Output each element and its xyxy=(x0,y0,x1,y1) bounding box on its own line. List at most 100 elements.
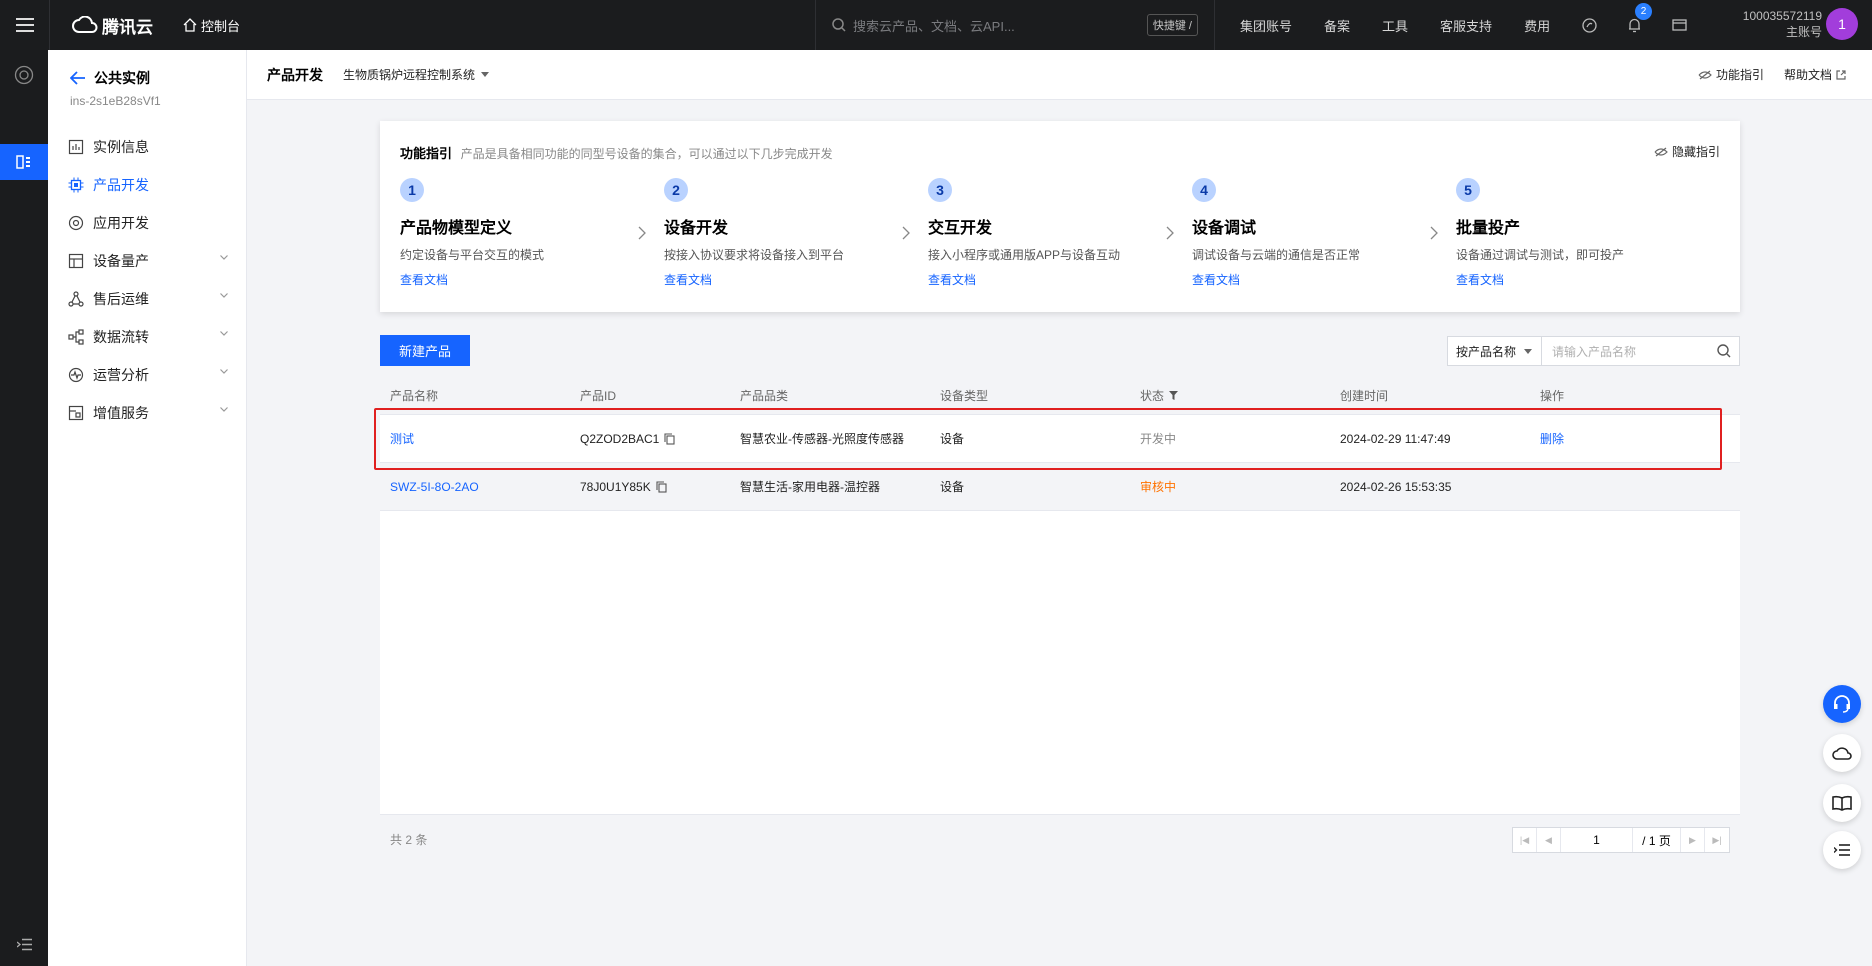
step-doc-link[interactable]: 查看文档 xyxy=(928,271,1192,288)
arrow-left-icon xyxy=(70,71,85,85)
back-to-instances[interactable]: 公共实例 xyxy=(70,68,246,88)
search-icon[interactable] xyxy=(1709,344,1739,358)
step-number: 4 xyxy=(1192,178,1216,202)
filter-field-select[interactable]: 按产品名称 xyxy=(1448,337,1542,365)
project-name: 生物质锅炉远程控制系统 xyxy=(343,68,476,82)
sidebar-item-product-dev[interactable]: 产品开发 xyxy=(48,166,246,204)
group-account-link[interactable]: 集团账号 xyxy=(1240,16,1292,35)
step-description: 设备通过调试与测试，即可投产 xyxy=(1456,248,1625,262)
hide-guide-button[interactable]: 隐藏指引 xyxy=(1654,143,1720,160)
product-category: 智慧生活-家用电器-温控器 xyxy=(740,480,880,494)
avatar[interactable]: 1 xyxy=(1826,8,1858,40)
product-search: 按产品名称 请输入产品名称 xyxy=(1447,336,1740,366)
tools-link[interactable]: 工具 xyxy=(1382,16,1408,35)
step-description: 按接入协议要求将设备接入到平台 xyxy=(664,248,845,262)
col-status[interactable]: 状态 xyxy=(1140,387,1340,404)
search-icon xyxy=(832,18,846,32)
rail-explorer-icon[interactable] xyxy=(0,144,48,180)
support-link[interactable]: 客服支持 xyxy=(1440,16,1492,35)
collapse-menu-icon[interactable] xyxy=(0,926,48,962)
prev-page-button[interactable]: ◀ xyxy=(1537,828,1561,852)
mini-program-icon[interactable] xyxy=(1582,17,1597,33)
step-description: 约定设备与平台交互的模式 xyxy=(400,248,545,262)
sidebar-item-label: 应用开发 xyxy=(93,215,149,231)
cloud-logo-icon xyxy=(72,16,98,33)
headset-icon xyxy=(1834,695,1850,713)
eye-off-icon xyxy=(1698,70,1712,79)
last-page-button[interactable]: ▶| xyxy=(1705,828,1729,852)
topbar-right: 集团账号 备案 工具 客服支持 费用 2 xyxy=(1240,0,1717,50)
cloud-icon xyxy=(1832,747,1852,760)
brand-logo[interactable]: 腾讯云 xyxy=(72,13,153,38)
list-icon xyxy=(1834,844,1850,856)
rail-product-icon[interactable] xyxy=(0,56,48,94)
sidebar: 公共实例 ins-2s1eB28sVf1 实例信息 产品开发 应用开发 设备量产… xyxy=(48,50,247,966)
step-number: 1 xyxy=(400,178,424,202)
step-description: 接入小程序或通用版APP与设备互动 xyxy=(928,248,1121,262)
account-info[interactable]: 100035572119 主账号 xyxy=(1743,8,1822,40)
cloud-assistant-button[interactable] xyxy=(1823,734,1861,772)
project-selector[interactable]: 生物质锅炉远程控制系统 xyxy=(343,66,490,83)
step-title: 产品物模型定义 xyxy=(400,220,513,237)
col-created: 创建时间 xyxy=(1340,389,1389,403)
sidebar-item-data-flow[interactable]: 数据流转 xyxy=(48,318,246,356)
filing-link[interactable]: 备案 xyxy=(1324,16,1350,35)
eye-off-icon xyxy=(1654,147,1668,156)
step-doc-link[interactable]: 查看文档 xyxy=(400,271,664,288)
chevron-down-icon xyxy=(220,255,228,260)
customer-service-button[interactable] xyxy=(1823,685,1861,723)
top-navbar: 腾讯云 控制台 搜索云产品、文档、云API... 快捷键 / 集团账号 备案 工… xyxy=(0,0,1872,50)
menu-list-button[interactable] xyxy=(1823,831,1861,869)
docs-button[interactable] xyxy=(1823,784,1861,822)
sidebar-item-label: 数据流转 xyxy=(93,329,149,345)
brand-name: 腾讯云 xyxy=(102,17,153,37)
step-doc-link[interactable]: 查看文档 xyxy=(1456,271,1720,288)
caret-down-icon xyxy=(481,72,490,77)
copy-icon[interactable] xyxy=(656,480,667,493)
sidebar-item-mass-production[interactable]: 设备量产 xyxy=(48,242,246,280)
page-input[interactable]: 1 xyxy=(1561,828,1633,852)
feature-guide-link[interactable]: 功能指引 xyxy=(1698,66,1764,83)
grid-icon xyxy=(68,253,84,269)
chart-icon xyxy=(68,139,84,155)
menu-icon[interactable] xyxy=(0,0,50,50)
sidebar-item-value-added[interactable]: 增值服务 xyxy=(48,394,246,432)
step-title: 交互开发 xyxy=(928,220,993,237)
global-search[interactable]: 搜索云产品、文档、云API... 快捷键 / xyxy=(815,0,1215,50)
col-action: 操作 xyxy=(1540,389,1565,403)
filter-icon[interactable] xyxy=(1169,391,1179,400)
instance-title: 公共实例 xyxy=(94,70,150,86)
package-icon xyxy=(68,405,84,421)
chevron-right-icon xyxy=(638,226,646,240)
notification-badge: 2 xyxy=(1635,3,1653,20)
first-page-button[interactable]: |◀ xyxy=(1513,828,1537,852)
sidebar-item-instance-info[interactable]: 实例信息 xyxy=(48,128,246,166)
col-status-label: 状态 xyxy=(1140,389,1165,403)
instance-id: ins-2s1eB28sVf1 xyxy=(70,94,161,108)
feature-guide-card: 功能指引 产品是具备相同功能的同型号设备的集合，可以通过以下几步完成开发 隐藏指… xyxy=(380,121,1740,312)
step-description: 调试设备与云端的通信是否正常 xyxy=(1192,248,1361,262)
step-doc-link[interactable]: 查看文档 xyxy=(664,271,928,288)
product-name-link[interactable]: SWZ-5I-8O-2AO xyxy=(390,480,479,494)
search-placeholder: 搜索云产品、文档、云API... xyxy=(853,18,1015,34)
account-type: 主账号 xyxy=(1785,25,1822,39)
sidebar-item-analytics[interactable]: 运营分析 xyxy=(48,356,246,394)
next-page-button[interactable]: ▶ xyxy=(1681,828,1705,852)
guide-step: 4 设备调试 调试设备与云端的通信是否正常 查看文档 xyxy=(1192,178,1456,288)
sidebar-item-app-dev[interactable]: 应用开发 xyxy=(48,204,246,242)
left-rail xyxy=(0,50,48,966)
chevron-right-icon xyxy=(1430,226,1438,240)
bell-icon[interactable]: 2 xyxy=(1627,3,1653,33)
step-title: 设备调试 xyxy=(1192,220,1257,237)
col-name: 产品名称 xyxy=(390,389,439,403)
console-link[interactable]: 控制台 xyxy=(183,16,240,35)
chevron-down-icon xyxy=(220,369,228,374)
sidebar-item-after-sales[interactable]: 售后运维 xyxy=(48,280,246,318)
help-doc-link[interactable]: 帮助文档 xyxy=(1784,66,1846,83)
chevron-down-icon xyxy=(220,331,228,336)
billing-link[interactable]: 费用 xyxy=(1524,16,1550,35)
wallet-icon[interactable] xyxy=(1672,18,1687,32)
step-doc-link[interactable]: 查看文档 xyxy=(1192,271,1456,288)
product-search-input[interactable]: 请输入产品名称 xyxy=(1542,343,1709,360)
new-product-button[interactable]: 新建产品 xyxy=(380,335,470,366)
